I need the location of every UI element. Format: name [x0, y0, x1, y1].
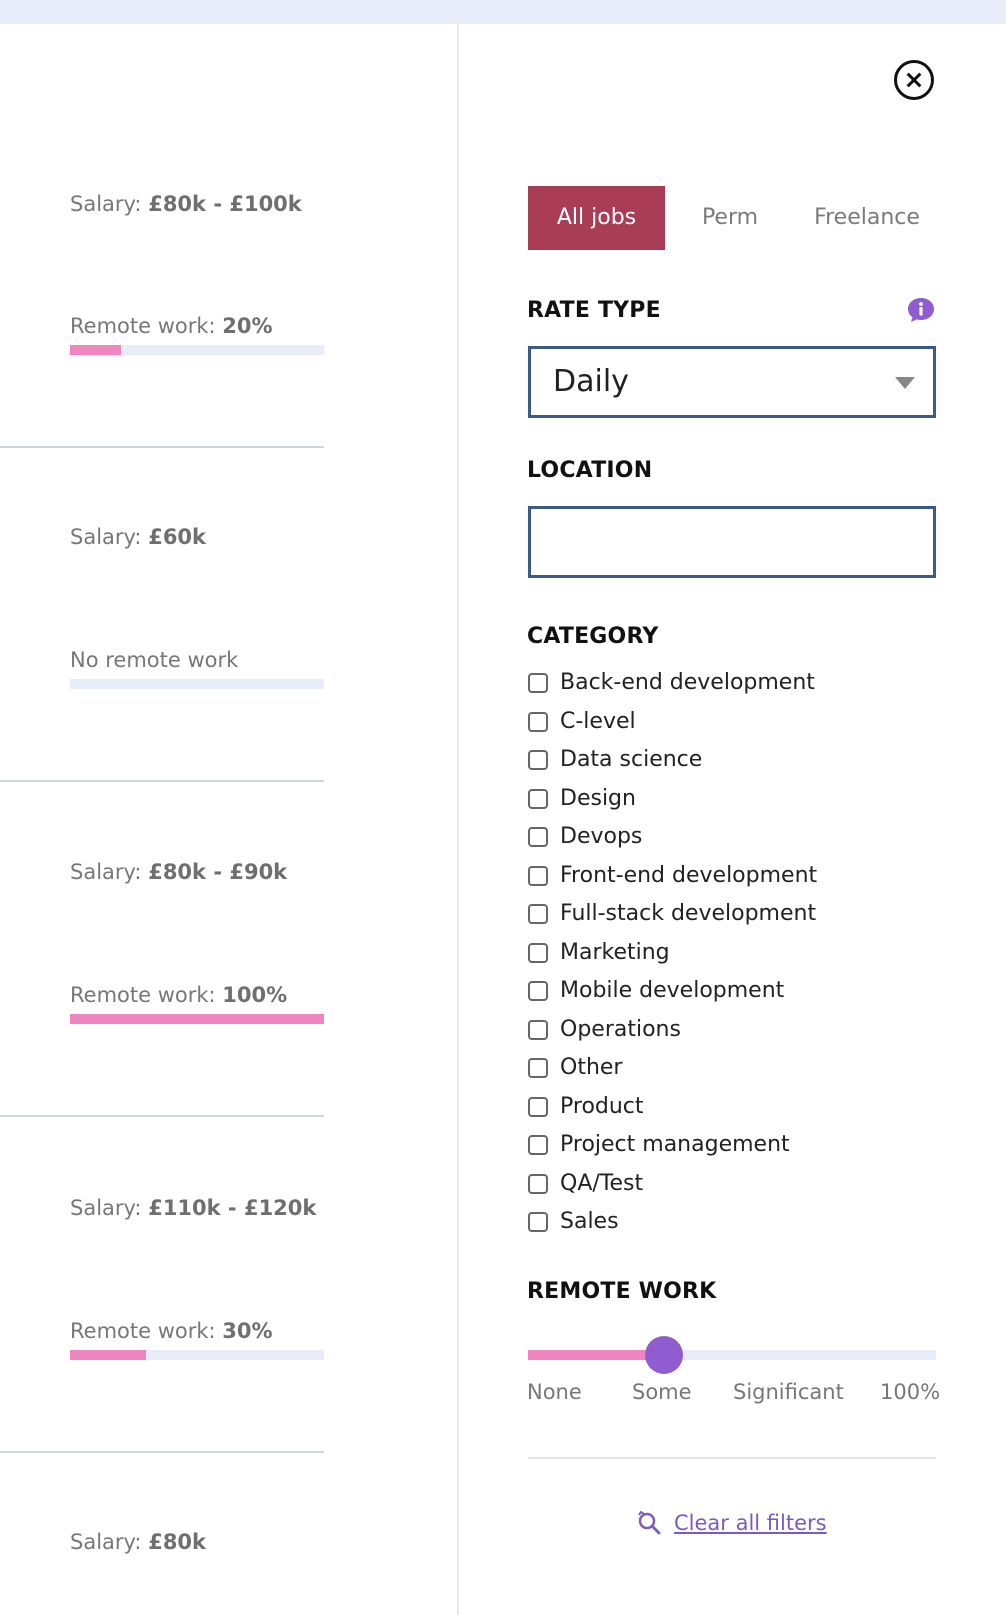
location-input[interactable]: [528, 506, 936, 578]
salary-label: Salary:: [70, 1530, 142, 1554]
remote-label: Remote work:: [70, 983, 216, 1007]
divider: [528, 1457, 936, 1459]
job-salary: Salary: £80k - £100k: [70, 192, 302, 216]
remote-work-bar: [70, 679, 324, 689]
category-label: Sales: [560, 1209, 619, 1234]
tab-all-jobs[interactable]: All jobs: [528, 186, 665, 250]
panel-divider-vertical: [457, 24, 459, 1615]
slider-label-significant: Significant: [733, 1380, 844, 1404]
remote-work-bar: [70, 1014, 324, 1024]
refresh-search-icon: [638, 1510, 661, 1535]
remote-work-slider[interactable]: [528, 1336, 936, 1374]
checkbox[interactable]: [528, 942, 548, 963]
category-label: Front-end development: [560, 862, 818, 888]
category-label: Project management: [560, 1132, 790, 1157]
category-label: QA/Test: [560, 1170, 644, 1196]
job-remote: No remote work: [70, 648, 238, 672]
job-separator: [0, 446, 324, 448]
salary-value: £80k - £90k: [148, 860, 288, 884]
location-title: LOCATION: [527, 458, 653, 483]
category-label: Operations: [560, 1016, 681, 1042]
category-label: Mobile development: [560, 978, 785, 1003]
remote-work-bar-fill: [70, 1350, 147, 1360]
checkbox[interactable]: [528, 788, 548, 809]
salary-label: Salary:: [70, 1196, 142, 1220]
remote-text: No remote work: [70, 648, 239, 672]
checkbox[interactable]: [528, 1173, 548, 1194]
remote-work-bar-fill: [70, 345, 121, 355]
tab-perm[interactable]: Perm: [690, 186, 770, 250]
salary-label: Salary:: [70, 860, 142, 884]
job-salary: Salary: £80k - £90k: [70, 860, 287, 884]
top-bar: [0, 0, 1006, 24]
checkbox[interactable]: [528, 865, 548, 886]
info-icon[interactable]: [906, 296, 936, 324]
salary-value: £110k - £120k: [148, 1196, 317, 1220]
salary-value: £80k - £100k: [148, 192, 302, 216]
category-label: Marketing: [560, 939, 670, 965]
remote-value: 100%: [222, 983, 288, 1007]
job-salary: Salary: £60k: [70, 525, 206, 549]
rate-type-value: Daily: [553, 364, 629, 399]
slider-fill: [528, 1350, 664, 1360]
category-label: Other: [560, 1055, 623, 1080]
category-label: Product: [560, 1093, 644, 1119]
checkbox[interactable]: [528, 981, 548, 1001]
salary-label: Salary:: [70, 192, 142, 216]
checkbox[interactable]: [528, 827, 548, 847]
category-label: Back-end development: [560, 670, 815, 695]
job-salary: Salary: £80k: [70, 1530, 206, 1554]
checkbox[interactable]: [528, 1212, 548, 1232]
remote-value: 30%: [222, 1319, 273, 1343]
salary-value: £60k: [148, 525, 207, 549]
remote-work-bar: [70, 345, 324, 355]
slider-label-some: Some: [632, 1380, 692, 1404]
job-list: Salary: £80k - £100k Remote work: 20% Sa…: [0, 24, 458, 1615]
job-remote: Remote work: 20%: [70, 314, 273, 338]
category-label: Devops: [560, 824, 643, 849]
remote-label: Remote work:: [70, 314, 216, 338]
category-label: Data science: [560, 747, 703, 772]
remote-label: Remote work:: [70, 1319, 216, 1343]
remote-work-bar-fill: [70, 1014, 324, 1024]
salary-label: Salary:: [70, 525, 142, 549]
job-separator: [0, 780, 324, 782]
slider-label-100: 100%: [880, 1380, 941, 1404]
checkbox[interactable]: [528, 1058, 548, 1078]
job-salary: Salary: £110k - £120k: [70, 1196, 316, 1220]
category-label: Design: [560, 785, 636, 811]
checkbox[interactable]: [528, 673, 548, 693]
job-separator: [0, 1115, 324, 1117]
checkbox[interactable]: [528, 1096, 548, 1117]
clear-all-filters-link[interactable]: Clear all filters: [674, 1508, 827, 1538]
tab-freelance[interactable]: Freelance: [800, 186, 934, 250]
dropdown-arrow-icon: [895, 377, 915, 389]
checkbox[interactable]: [528, 1135, 548, 1155]
rate-type-select[interactable]: Daily: [528, 346, 936, 418]
checkbox[interactable]: [528, 711, 548, 732]
remote-work-bar: [70, 1350, 324, 1360]
category-label: Full-stack development: [560, 901, 817, 926]
job-remote: Remote work: 100%: [70, 983, 287, 1007]
close-icon[interactable]: [894, 60, 934, 100]
salary-value: £80k: [148, 1530, 207, 1554]
rate-type-title: RATE TYPE: [527, 298, 661, 323]
job-separator: [0, 1451, 324, 1453]
checkbox[interactable]: [528, 750, 548, 770]
job-remote: Remote work: 30%: [70, 1319, 273, 1343]
category-title: CATEGORY: [527, 624, 659, 649]
remote-value: 20%: [222, 314, 273, 338]
remote-work-title: REMOTE WORK: [527, 1279, 717, 1304]
slider-label-none: None: [527, 1380, 582, 1404]
checkbox[interactable]: [528, 1019, 548, 1040]
checkbox[interactable]: [528, 904, 548, 924]
slider-thumb[interactable]: [644, 1336, 683, 1374]
category-label: C-level: [560, 708, 636, 734]
